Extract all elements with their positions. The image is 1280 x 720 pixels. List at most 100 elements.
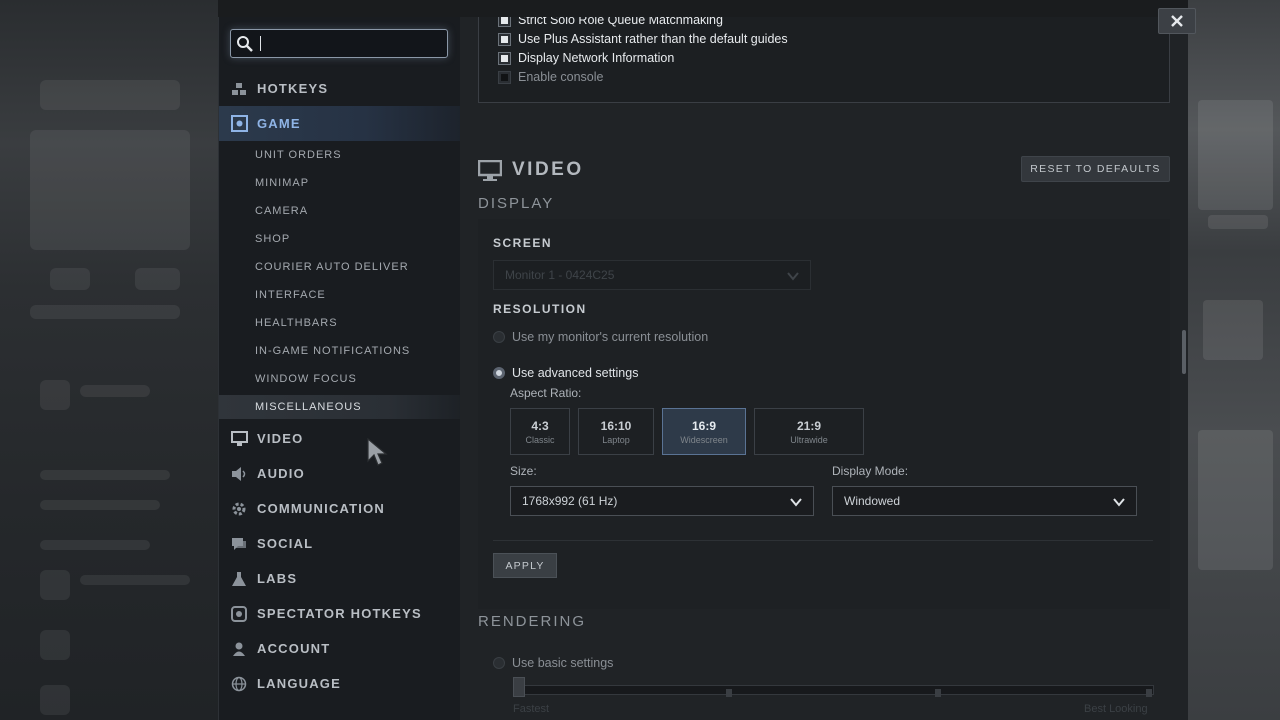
close-button[interactable] (1158, 8, 1196, 34)
subsection-title-display: DISPLAY (478, 195, 555, 212)
sub-item-window-focus[interactable]: WINDOW FOCUS (219, 367, 461, 391)
nav-item-label: SOCIAL (257, 536, 314, 551)
radio-label: Use advanced settings (512, 366, 639, 380)
slider-tick (1146, 689, 1152, 697)
nav-item-audio[interactable]: AUDIO (219, 456, 461, 491)
size-dropdown-value: 1768x992 (61 Hz) (522, 494, 618, 508)
divider (493, 540, 1153, 541)
nav-item-social[interactable]: SOCIAL (219, 526, 461, 561)
size-dropdown[interactable]: 1768x992 (61 Hz) (510, 486, 814, 516)
nav-item-label: HOTKEYS (257, 81, 329, 96)
quality-slider-track[interactable] (518, 685, 1154, 695)
settings-sidebar: HOTKEYS GAME UNIT ORDERS MINIMAP CAMERA … (218, 17, 461, 720)
reset-to-defaults-button[interactable]: RESET TO DEFAULTS (1021, 156, 1170, 182)
aspect-ratio: 4:3 (531, 418, 549, 433)
slider-tick (935, 689, 941, 697)
search-field[interactable] (230, 29, 448, 58)
screen-dropdown-value: Monitor 1 - 0424C25 (505, 268, 615, 282)
search-input[interactable] (258, 33, 443, 54)
display-mode-dropdown[interactable]: Windowed (832, 486, 1137, 516)
display-mode-dropdown-value: Windowed (844, 494, 901, 508)
radio-button[interactable] (493, 331, 505, 343)
chevron-down-icon (790, 498, 802, 507)
aspect-option-16-10[interactable]: 16:10 Laptop (578, 408, 654, 455)
option-enable-console[interactable]: Enable console (498, 68, 604, 86)
search-icon (237, 36, 253, 52)
option-strict-solo-role-queue[interactable]: Strict Solo Role Queue Matchmaking (498, 17, 723, 29)
option-label: Use Plus Assistant rather than the defau… (518, 32, 788, 46)
nav-item-label: AUDIO (257, 466, 305, 481)
quality-slider-handle[interactable] (513, 677, 525, 697)
radio-current-resolution[interactable]: Use my monitor's current resolution (493, 330, 708, 344)
label-size: Size: (510, 464, 537, 478)
aspect-ratio: 21:9 (796, 418, 822, 433)
section-title-video: VIDEO (512, 159, 584, 180)
mouse-cursor-icon (367, 437, 388, 466)
settings-content: Strict Solo Role Queue Matchmaking Use P… (460, 17, 1188, 720)
text-caret (260, 36, 261, 51)
radio-button[interactable] (493, 657, 505, 669)
option-network-information[interactable]: Display Network Information (498, 49, 675, 67)
screen-dropdown[interactable]: Monitor 1 - 0424C25 (493, 260, 811, 290)
aspect-option-21-9[interactable]: 21:9 Ultrawide (754, 408, 864, 455)
checkbox[interactable] (498, 51, 511, 65)
sub-item-minimap[interactable]: MINIMAP (219, 171, 461, 195)
chevron-down-icon (787, 272, 799, 281)
nav-item-label: LABS (257, 571, 298, 586)
radio-basic-settings[interactable]: Use basic settings (493, 656, 613, 670)
background-client-right (1188, 0, 1280, 720)
radio-button[interactable] (493, 367, 505, 379)
option-label: Enable console (518, 70, 604, 84)
subsection-title-rendering: RENDERING (478, 613, 587, 630)
slider-label-best-looking: Best Looking (1084, 703, 1148, 715)
nav-item-game[interactable]: GAME (219, 106, 461, 141)
close-icon (1171, 15, 1183, 27)
hotkeys-icon (230, 80, 248, 98)
aspect-ratio: 16:9 (691, 418, 717, 433)
nav-item-labs[interactable]: LABS (219, 561, 461, 596)
label-aspect-ratio: Aspect Ratio: (510, 386, 582, 400)
aspect-option-16-9[interactable]: 16:9 Widescreen (662, 408, 746, 455)
user-icon (230, 640, 248, 658)
game-icon (230, 115, 248, 133)
aspect-name: Classic (525, 434, 555, 445)
sub-item-miscellaneous[interactable]: MISCELLANEOUS (219, 395, 461, 419)
nav-item-label: SPECTATOR HOTKEYS (257, 606, 422, 621)
sub-item-interface[interactable]: INTERFACE (219, 283, 461, 307)
apply-button[interactable]: APPLY (493, 553, 557, 578)
aspect-name: Laptop (602, 434, 630, 445)
nav-item-video[interactable]: VIDEO (219, 421, 461, 456)
monitor-icon (478, 160, 502, 181)
monitor-icon (230, 430, 248, 448)
game-options-box: Strict Solo Role Queue Matchmaking Use P… (478, 17, 1170, 103)
option-label: Strict Solo Role Queue Matchmaking (518, 17, 723, 27)
sub-item-courier-auto-deliver[interactable]: COURIER AUTO DELIVER (219, 255, 461, 279)
nav-item-label: ACCOUNT (257, 641, 331, 656)
aspect-option-4-3[interactable]: 4:3 Classic (510, 408, 570, 455)
nav-item-language[interactable]: LANGUAGE (219, 666, 461, 701)
sub-item-unit-orders[interactable]: UNIT ORDERS (219, 143, 461, 167)
nav-item-label: COMMUNICATION (257, 501, 386, 516)
sub-item-healthbars[interactable]: HEALTHBARS (219, 311, 461, 335)
option-plus-assistant[interactable]: Use Plus Assistant rather than the defau… (498, 30, 788, 48)
radio-advanced-settings[interactable]: Use advanced settings (493, 366, 638, 380)
sub-item-shop[interactable]: SHOP (219, 227, 461, 251)
aspect-name: Ultrawide (790, 434, 828, 445)
globe-icon (230, 675, 248, 693)
nav-item-communication[interactable]: COMMUNICATION (219, 491, 461, 526)
radio-label: Use my monitor's current resolution (512, 330, 709, 344)
chevron-down-icon (1113, 498, 1125, 507)
checkbox[interactable] (498, 32, 511, 46)
content-scrollbar[interactable] (1182, 330, 1186, 374)
background-client-left (0, 0, 218, 720)
nav-item-spectator-hotkeys[interactable]: SPECTATOR HOTKEYS (219, 596, 461, 631)
radio-label: Use basic settings (512, 656, 614, 670)
checkbox[interactable] (498, 70, 511, 84)
aspect-ratio: 16:10 (600, 418, 632, 433)
nav-item-hotkeys[interactable]: HOTKEYS (219, 71, 461, 106)
sub-item-in-game-notifications[interactable]: IN-GAME NOTIFICATIONS (219, 339, 461, 363)
sub-item-camera[interactable]: CAMERA (219, 199, 461, 223)
nav-item-account[interactable]: ACCOUNT (219, 631, 461, 666)
checkbox[interactable] (498, 17, 511, 27)
option-label: Display Network Information (518, 51, 675, 65)
